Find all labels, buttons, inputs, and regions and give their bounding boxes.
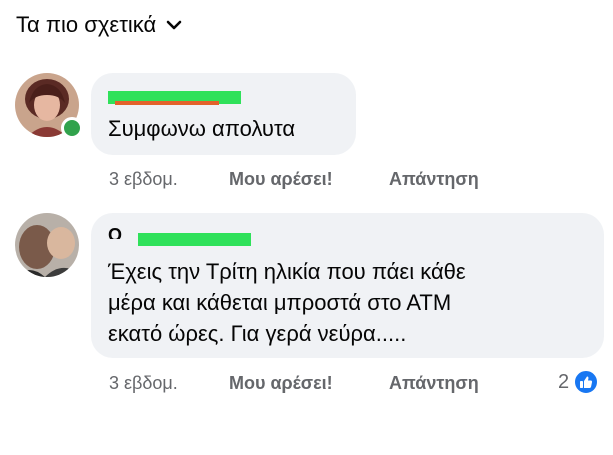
comment-bubble: Ο ... Ρ Έχεις την Τρίτη ηλικία που πάει … bbox=[91, 213, 604, 358]
reply-button[interactable]: Απάντηση bbox=[389, 373, 479, 394]
reaction-count: 2 bbox=[558, 370, 570, 393]
comment-actions: 3 εβδομ. Μου αρέσει! Απάντηση bbox=[109, 373, 479, 394]
reaction-summary[interactable]: 2 bbox=[558, 369, 600, 395]
comment-text: Έχεις την Τρίτη ηλικία που πάει κάθε μέρ… bbox=[108, 259, 466, 346]
like-button[interactable]: Μου αρέσει! bbox=[229, 373, 389, 394]
comments-section: Τα πιο σχετικά Συμφωνω απολυτα 3 εβδομ. bbox=[0, 0, 613, 455]
avatar[interactable] bbox=[15, 213, 79, 277]
author-name-redaction[interactable] bbox=[138, 233, 251, 246]
thumbs-up-icon bbox=[573, 369, 600, 395]
comment-timestamp[interactable]: 3 εβδομ. bbox=[109, 373, 229, 394]
author-name-fragment: Ο ... Ρ bbox=[108, 225, 123, 239]
comment-2: Ο ... Ρ Έχεις την Τρίτη ηλικία που πάει … bbox=[0, 0, 613, 455]
